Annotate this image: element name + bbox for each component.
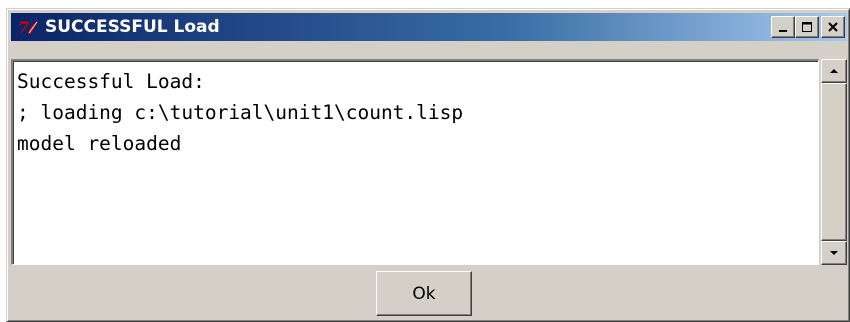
tk-feather-icon: 7: [15, 16, 43, 38]
maximize-icon: [802, 22, 812, 32]
arrow-down-icon: [830, 251, 838, 255]
scroll-up-button[interactable]: [821, 59, 847, 83]
message-line: ; loading c:\tutorial\unit1\count.lisp: [17, 101, 464, 124]
dialog-window: 7 SUCCESSFUL Load Successful Load: ; loa…: [6, 8, 850, 322]
message-line: model reloaded: [17, 132, 182, 155]
window-controls: [771, 16, 845, 38]
scrollbar-thumb[interactable]: [821, 83, 847, 241]
svg-text:7: 7: [18, 18, 29, 37]
vertical-scrollbar[interactable]: [821, 59, 847, 265]
window-title: SUCCESSFUL Load: [45, 17, 220, 37]
close-icon: [828, 22, 838, 32]
maximize-button[interactable]: [795, 16, 819, 38]
message-text-area[interactable]: Successful Load: ; loading c:\tutorial\u…: [11, 59, 819, 265]
minimize-icon: [779, 30, 787, 32]
close-button[interactable]: [821, 16, 845, 38]
minimize-button[interactable]: [771, 16, 795, 38]
title-bar[interactable]: 7 SUCCESSFUL Load: [11, 13, 847, 41]
message-line: Successful Load:: [17, 70, 205, 93]
arrow-up-icon: [830, 69, 838, 73]
ok-button[interactable]: Ok: [376, 271, 472, 316]
scroll-down-button[interactable]: [821, 241, 847, 265]
